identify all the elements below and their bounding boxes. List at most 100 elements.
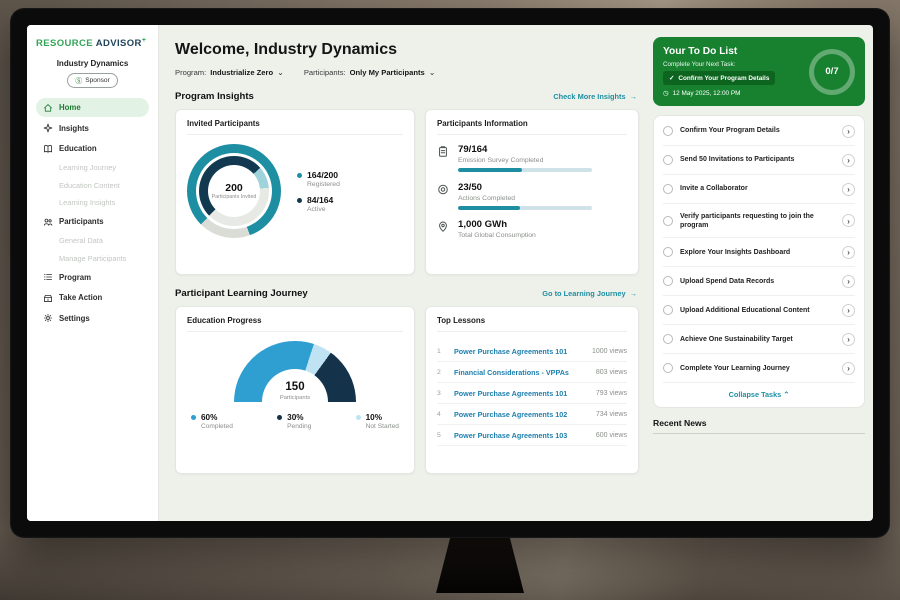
task-row[interactable]: Explore Your Insights Dashboard › xyxy=(663,238,855,267)
sidebar-item[interactable]: Education xyxy=(36,139,149,158)
target-icon xyxy=(437,183,449,196)
legend-item: 10% Not Started xyxy=(356,413,399,430)
collapse-tasks-link[interactable]: Collapse Tasks ⌃ xyxy=(663,383,855,404)
todo-header-card: Your To Do List Complete Your Next Task:… xyxy=(653,37,865,106)
task-chevron-button[interactable]: › xyxy=(842,125,855,138)
task-row[interactable]: Invite a Collaborator › xyxy=(663,175,855,204)
task-chevron-button[interactable]: › xyxy=(842,304,855,317)
chevron-down-icon: ⌄ xyxy=(429,68,436,77)
sidebar-item[interactable]: Education Content xyxy=(36,177,149,193)
brand-word-advisor: ADVISOR xyxy=(96,38,142,49)
lesson-link[interactable]: Power Purchase Agreements 101 xyxy=(454,389,587,398)
arrow-right-icon: → xyxy=(630,92,637,101)
lesson-row: 5 Power Purchase Agreements 103 600 view… xyxy=(437,425,627,446)
chevron-down-icon: ⌄ xyxy=(277,68,284,77)
arrow-right-icon: → xyxy=(630,289,637,298)
chevron-right-icon: › xyxy=(847,216,850,226)
task-row[interactable]: Upload Spend Data Records › xyxy=(663,267,855,296)
progress-bar xyxy=(458,206,592,210)
task-row[interactable]: Complete Your Learning Journey › xyxy=(663,354,855,383)
gauge-center: 150 Participants xyxy=(234,381,356,402)
sidebar-item[interactable]: Manage Participants xyxy=(36,250,149,266)
brand-word-resource: RESOURCE xyxy=(36,38,93,49)
progress-bar xyxy=(458,168,592,172)
task-checkbox[interactable] xyxy=(663,155,673,165)
sponsor-badge: Ⓢ Sponsor xyxy=(67,73,118,88)
task-chevron-button[interactable]: › xyxy=(842,214,855,227)
check-icon: ✓ xyxy=(669,74,674,82)
task-checkbox[interactable] xyxy=(663,363,673,373)
stat-row: 23/50 Actions Completed xyxy=(437,182,627,210)
task-checkbox[interactable] xyxy=(663,126,673,136)
sidebar-item[interactable]: Learning Journey xyxy=(36,160,149,176)
sponsor-badge-label: Sponsor xyxy=(85,77,110,84)
task-row[interactable]: Upload Additional Educational Content › xyxy=(663,296,855,325)
lesson-row: 2 Financial Considerations - VPPAs 803 v… xyxy=(437,362,627,383)
chevron-right-icon: › xyxy=(847,276,850,286)
education-icon xyxy=(43,144,53,154)
todo-progress-ring: 0/7 xyxy=(809,49,855,95)
task-checkbox[interactable] xyxy=(663,247,673,257)
lesson-rank: 1 xyxy=(437,348,445,355)
legend-item: 30% Pending xyxy=(277,413,311,430)
task-checkbox[interactable] xyxy=(663,305,673,315)
sidebar-item[interactable]: Participants xyxy=(36,212,149,231)
task-chevron-button[interactable]: › xyxy=(842,183,855,196)
todo-task-list: Confirm Your Program Details › Send 50 I… xyxy=(663,117,855,383)
main-content: Welcome, Industry Dynamics Program: Indu… xyxy=(159,25,651,521)
task-row[interactable]: Verify participants requesting to join t… xyxy=(663,204,855,238)
task-checkbox[interactable] xyxy=(663,184,673,194)
task-row[interactable]: Achieve One Sustainability Target › xyxy=(663,325,855,354)
education-legend: 60% Completed 30% Pending 10% Not Starte… xyxy=(187,413,403,430)
task-row[interactable]: Confirm Your Program Details › xyxy=(663,117,855,146)
insights-icon xyxy=(43,123,53,133)
todo-task-list-card: Confirm Your Program Details › Send 50 I… xyxy=(653,115,865,408)
filters-row: Program: Industrialize Zero ⌄ Participan… xyxy=(175,68,639,77)
chevron-right-icon: › xyxy=(847,155,850,165)
lesson-link[interactable]: Power Purchase Agreements 101 xyxy=(454,347,583,356)
lesson-rank: 3 xyxy=(437,390,445,397)
task-chevron-button[interactable]: › xyxy=(842,154,855,167)
page-title: Welcome, Industry Dynamics xyxy=(175,41,639,59)
learning-journey-header: Participant Learning Journey Go to Learn… xyxy=(175,288,637,299)
lesson-row: 4 Power Purchase Agreements 102 734 view… xyxy=(437,404,627,425)
lesson-link[interactable]: Power Purchase Agreements 102 xyxy=(454,410,587,419)
lesson-link[interactable]: Power Purchase Agreements 103 xyxy=(454,431,587,440)
sidebar-item[interactable]: General Data xyxy=(36,233,149,249)
task-chevron-button[interactable]: › xyxy=(842,275,855,288)
sidebar-item[interactable]: Take Action xyxy=(36,288,149,307)
filter-dropdown[interactable]: Participants: Only My Participants ⌄ xyxy=(304,68,436,77)
task-chevron-button[interactable]: › xyxy=(842,362,855,375)
filter-dropdown[interactable]: Program: Industrialize Zero ⌄ xyxy=(175,68,284,77)
sponsor-icon: Ⓢ xyxy=(75,76,82,86)
sidebar-item[interactable]: Learning Insights xyxy=(36,195,149,211)
task-row[interactable]: Send 50 Invitations to Participants › xyxy=(663,146,855,175)
participants-information-card: Participants Information 79/164 Emission… xyxy=(425,109,639,275)
sidebar-item[interactable]: Insights xyxy=(36,119,149,138)
section-title-learning-journey: Participant Learning Journey xyxy=(175,288,308,299)
check-more-insights-link[interactable]: Check More Insights → xyxy=(553,92,637,101)
lesson-rank: 5 xyxy=(437,432,445,439)
todo-panel: Your To Do List Complete Your Next Task:… xyxy=(651,25,873,521)
chevron-right-icon: › xyxy=(847,363,850,373)
sidebar-item[interactable]: Home xyxy=(36,98,149,117)
next-task-pill[interactable]: ✓ Confirm Your Program Details xyxy=(663,71,775,85)
sidebar-item[interactable]: Program xyxy=(36,268,149,287)
task-checkbox[interactable] xyxy=(663,216,673,226)
task-checkbox[interactable] xyxy=(663,276,673,286)
task-chevron-button[interactable]: › xyxy=(842,246,855,259)
chevron-right-icon: › xyxy=(847,126,850,136)
app-logo: RESOURCE ADVISOR+ xyxy=(36,37,149,49)
go-to-learning-journey-link[interactable]: Go to Learning Journey → xyxy=(542,289,637,298)
task-chevron-button[interactable]: › xyxy=(842,333,855,346)
monitor-bezel: RESOURCE ADVISOR+ Industry Dynamics Ⓢ Sp… xyxy=(10,8,890,538)
lesson-link[interactable]: Financial Considerations - VPPAs xyxy=(454,368,587,377)
education-gauge-chart: 150 Participants xyxy=(234,341,356,402)
insights-cards-row: Invited Participants 200 Participants In… xyxy=(175,109,639,275)
sidebar-item[interactable]: Settings xyxy=(36,309,149,328)
task-checkbox[interactable] xyxy=(663,334,673,344)
legend-dot xyxy=(356,415,361,420)
chevron-right-icon: › xyxy=(847,184,850,194)
sidebar: RESOURCE ADVISOR+ Industry Dynamics Ⓢ Sp… xyxy=(27,25,159,521)
invited-legend: 164/200 Registered 84/164 Active xyxy=(297,163,340,220)
